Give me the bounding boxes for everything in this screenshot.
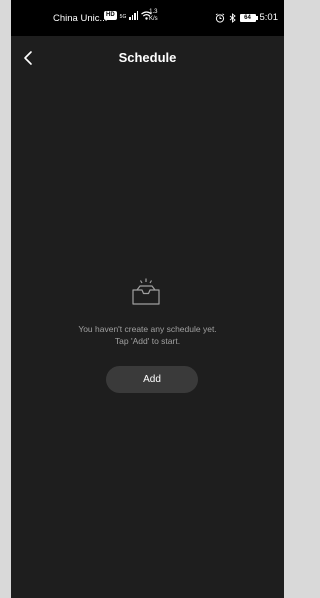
- network-type: 5G: [119, 14, 127, 20]
- carrier-name: China Unic...: [53, 13, 108, 24]
- status-right: 64 5:01: [215, 12, 279, 23]
- empty-message-line2: Tap 'Add' to start.: [114, 336, 181, 346]
- bluetooth-icon: [229, 12, 236, 23]
- speed-unit: K/s: [149, 16, 158, 22]
- phone-screen: China Unic... HD 5G 1.3 K/s 64 5:01 Sche…: [11, 0, 284, 598]
- empty-inbox-icon: [132, 278, 160, 305]
- empty-message-line1: You haven't create any schedule yet.: [78, 324, 217, 334]
- speed-value: 1.3: [149, 9, 158, 15]
- status-bar: China Unic... HD 5G 1.3 K/s 64 5:01: [11, 0, 284, 36]
- add-button[interactable]: Add: [106, 366, 198, 393]
- network-speed: 1.3 K/s: [149, 9, 158, 23]
- hd-badge: HD: [104, 11, 117, 20]
- signal-cluster: HD 5G: [104, 11, 153, 20]
- alarm-icon: [215, 12, 224, 23]
- page-title: Schedule: [118, 50, 177, 65]
- app-header: Schedule: [11, 36, 284, 80]
- signal-bars-icon: [129, 11, 139, 20]
- clock: 5:01: [259, 12, 279, 23]
- battery-icon: 64: [239, 13, 258, 22]
- battery-level: 64: [244, 14, 251, 21]
